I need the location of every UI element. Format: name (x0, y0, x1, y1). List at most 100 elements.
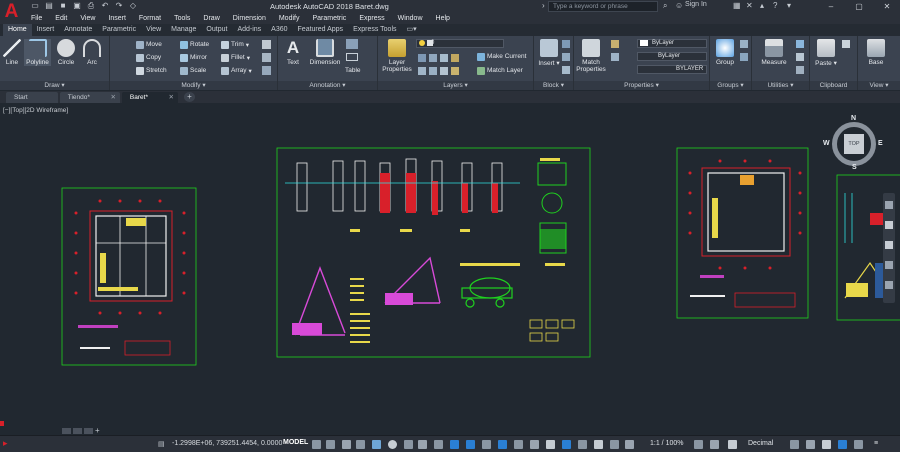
leader-icon[interactable] (346, 39, 358, 49)
selection-cycling-icon[interactable] (482, 440, 491, 449)
auto-scale-icon[interactable] (578, 440, 587, 449)
units-readout[interactable]: Decimal (748, 440, 773, 447)
layer-off-icon[interactable] (418, 54, 426, 62)
selection-filter-icon[interactable] (530, 440, 539, 449)
open-icon[interactable]: ▤ (44, 1, 54, 11)
customization-icon[interactable] (854, 440, 863, 449)
save-as-icon[interactable]: ▣ (72, 1, 82, 11)
layer-freeze-icon[interactable] (440, 54, 448, 62)
cart-icon[interactable]: ▦ (733, 1, 741, 10)
quick-select-icon[interactable] (796, 40, 804, 48)
draw-panel-label[interactable]: Draw ▾ (0, 81, 109, 90)
close-tab-icon[interactable]: ✕ (110, 92, 115, 103)
group-edit-icon[interactable] (740, 53, 748, 61)
save-icon[interactable]: ■ (58, 1, 68, 11)
line-button[interactable]: Line (0, 39, 24, 66)
share-icon[interactable]: ◇ (128, 1, 138, 11)
tab-express-tools[interactable]: Express Tools (348, 24, 401, 36)
layer-unisolate-icon[interactable] (429, 67, 437, 75)
close-tab-icon[interactable]: ✕ (169, 92, 174, 103)
isometric-icon[interactable] (404, 440, 413, 449)
fillet-button[interactable]: Fillet ▾ (221, 52, 250, 63)
drawing-canvas[interactable]: [−][Top][2D Wireframe] TOP N S E W (0, 103, 900, 428)
redo-icon[interactable]: ↷ (114, 1, 124, 11)
layer-unlock-icon[interactable] (451, 67, 459, 75)
workspace-switching-icon[interactable] (610, 440, 619, 449)
calculator-icon[interactable] (796, 53, 804, 61)
menu-item[interactable]: Help (436, 15, 450, 22)
menu-item[interactable]: Insert (108, 15, 126, 22)
orbit-icon[interactable] (885, 261, 893, 269)
layout-tab-model[interactable] (62, 427, 71, 434)
gear-icon[interactable] (694, 440, 703, 449)
layout-tab-1[interactable] (73, 427, 82, 434)
full-navigation-wheel-icon[interactable] (885, 201, 893, 209)
group-button[interactable]: Group (713, 39, 737, 66)
tab-view[interactable]: View (141, 24, 166, 36)
app-menu-icon[interactable]: ▴ (760, 1, 764, 10)
command-menu-icon[interactable]: ▤ (158, 440, 165, 448)
block-attribute-icon[interactable] (562, 66, 570, 74)
new-icon[interactable]: ▭ (30, 1, 40, 11)
hardware-acceleration-icon[interactable] (822, 440, 831, 449)
linetype-dropdown[interactable]: ByLayer (637, 52, 707, 61)
match-layer-button[interactable]: Match Layer (477, 65, 523, 76)
menu-item[interactable]: Edit (55, 15, 67, 22)
explode-icon[interactable] (262, 53, 271, 62)
plus-icon[interactable] (710, 440, 719, 449)
layer-lock-icon[interactable] (451, 54, 459, 62)
ribbon-toggle-icon[interactable]: ▭▾ (402, 24, 422, 36)
paste-button[interactable]: Paste ▾ (814, 39, 838, 67)
make-current-button[interactable]: Make Current (477, 51, 526, 62)
new-tab-icon[interactable]: + (183, 92, 195, 102)
utilities-panel-label[interactable]: Utilities ▾ (752, 81, 809, 90)
stretch-button[interactable]: Stretch (136, 65, 167, 76)
object-snap-icon[interactable] (434, 440, 443, 449)
snap-icon[interactable] (326, 440, 335, 449)
print-icon[interactable]: ⎙ (86, 1, 96, 11)
circle-button[interactable]: Circle (54, 39, 78, 66)
tab-featured-apps[interactable]: Featured Apps (293, 24, 349, 36)
tab-addins[interactable]: Add-ins (232, 24, 266, 36)
groups-panel-label[interactable]: Groups ▾ (710, 81, 751, 90)
annotation-panel-label[interactable]: Annotation ▾ (278, 81, 377, 90)
quick-properties-icon[interactable] (790, 440, 799, 449)
clean-screen-icon[interactable] (838, 440, 847, 449)
dynamic-ucs-icon[interactable] (514, 440, 523, 449)
app-logo-icon[interactable]: A (0, 0, 23, 24)
pan-icon[interactable] (885, 221, 893, 229)
scale-button[interactable]: Scale (180, 65, 206, 76)
add-layout-icon[interactable]: + (95, 426, 100, 434)
create-block-icon[interactable] (562, 40, 570, 48)
minimize-icon[interactable]: – (820, 0, 842, 13)
compass-west[interactable]: W (823, 140, 830, 147)
maximize-icon[interactable]: ▢ (848, 0, 870, 13)
offset-icon[interactable] (262, 66, 271, 75)
3d-object-snap-icon[interactable] (498, 440, 507, 449)
annotation-scale-icon[interactable] (594, 440, 603, 449)
annotation-visibility-icon[interactable] (562, 440, 571, 449)
menu-item[interactable]: Express (359, 15, 384, 22)
properties-icon[interactable] (611, 40, 619, 48)
gizmo-icon[interactable] (546, 440, 555, 449)
layer-thaw-icon[interactable] (440, 67, 448, 75)
viewport-controls[interactable]: [−][Top][2D Wireframe] (3, 107, 68, 114)
move-button[interactable]: Move (136, 39, 162, 50)
coordinates-readout[interactable]: -1.2998E+06, 739251.4454, 0.0000 (172, 440, 282, 447)
menu-item[interactable]: File (31, 15, 42, 22)
annotation-scale-readout[interactable]: 1:1 / 100% (650, 440, 683, 447)
help-icon[interactable]: ? (773, 1, 777, 10)
menu-item[interactable]: Modify (279, 15, 300, 22)
copy-clip-icon[interactable] (842, 40, 850, 48)
menu-item[interactable]: Dimension (233, 15, 266, 22)
lock-ui-icon[interactable] (806, 440, 815, 449)
tab-manage[interactable]: Manage (166, 24, 201, 36)
model-space-button[interactable]: MODEL (283, 439, 308, 446)
polyline-button[interactable]: Polyline (24, 39, 51, 66)
compass-south[interactable]: S (852, 164, 857, 171)
search-expand-icon[interactable]: › (542, 1, 545, 10)
dynamic-input-icon[interactable] (356, 440, 365, 449)
layers-panel-label[interactable]: Layers ▾ (378, 81, 533, 90)
layer-isolate-icon[interactable] (429, 54, 437, 62)
insert-button[interactable]: Insert ▾ (537, 39, 561, 67)
